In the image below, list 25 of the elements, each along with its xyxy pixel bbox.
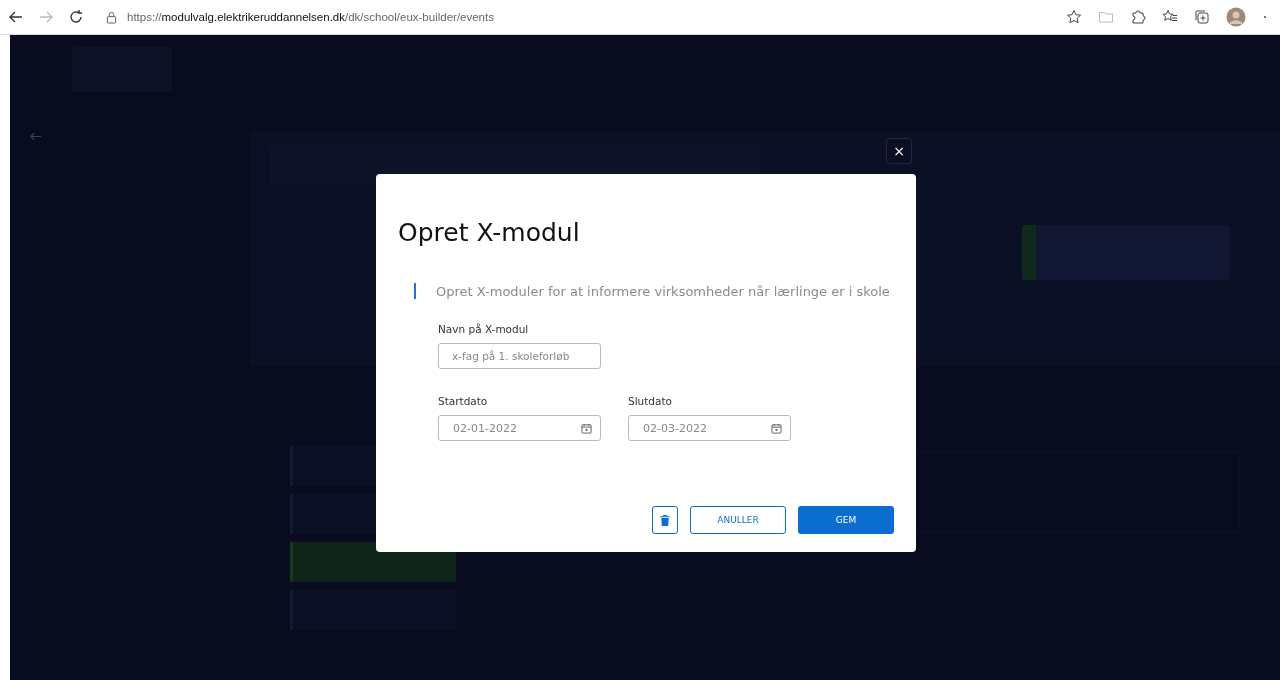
avatar-icon[interactable] bbox=[1226, 7, 1246, 27]
save-button[interactable]: GEM bbox=[798, 506, 894, 534]
calendar-icon bbox=[581, 422, 592, 434]
calendar-icon bbox=[771, 422, 782, 434]
back-icon[interactable] bbox=[8, 9, 24, 25]
close-button[interactable]: × bbox=[886, 138, 912, 164]
description-text: Opret X-moduler for at informere virksomheder når lærlinge er i skole bbox=[436, 283, 890, 299]
lock-icon bbox=[106, 10, 117, 24]
address-bar[interactable]: https://modulvalg.elektrikeruddannelsen.dk/dk/school/eux-builder/events bbox=[106, 10, 1052, 24]
star-add-icon[interactable] bbox=[1066, 9, 1082, 25]
cancel-button[interactable]: ANULLER bbox=[690, 506, 786, 534]
url-text: https://modulvalg.elektrikeruddannelsen.dk/dk/school/eux-builder/events bbox=[127, 11, 494, 23]
refresh-icon[interactable] bbox=[68, 9, 84, 25]
accent-bar bbox=[414, 283, 416, 299]
delete-button[interactable] bbox=[652, 506, 678, 534]
collections-icon[interactable] bbox=[1194, 9, 1210, 25]
trash-icon bbox=[660, 513, 670, 527]
puzzle-icon[interactable] bbox=[1130, 9, 1146, 25]
field-label: Navn på X-modul bbox=[438, 323, 530, 335]
date-input[interactable]: 02-03-2022 bbox=[628, 415, 791, 441]
date-input[interactable]: 02-01-2022 bbox=[438, 415, 601, 441]
name-input[interactable]: x-fag på 1. skoleforløb bbox=[438, 343, 601, 369]
modal-title: Opret X-modul bbox=[398, 218, 581, 247]
field-label: Startdato bbox=[438, 395, 489, 407]
field-label: Slutdato bbox=[628, 395, 673, 407]
